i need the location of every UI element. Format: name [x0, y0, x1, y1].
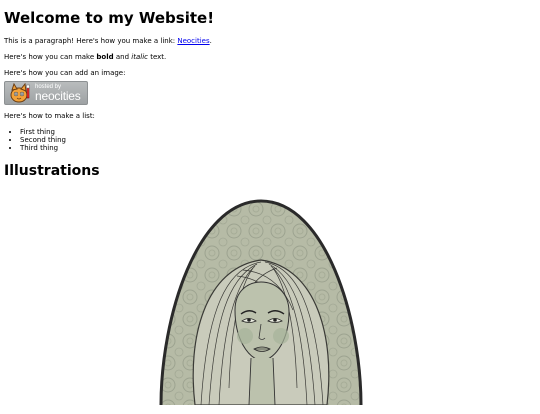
intro-suffix: .	[209, 37, 212, 45]
formatting-prefix: Here's how you can make	[4, 53, 97, 61]
bold-text: bold	[96, 53, 114, 61]
intro-prefix: This is a paragraph! Here's how you make…	[4, 37, 178, 45]
list-item: Second thing	[20, 136, 536, 144]
badge-text: hosted by neocities	[35, 84, 81, 102]
list-item: First thing	[20, 128, 536, 136]
italic-text: italic	[131, 53, 148, 61]
badge-big-text: neocities	[35, 89, 81, 103]
intro-paragraph: This is a paragraph! Here's how you make…	[4, 37, 536, 46]
page-title: Welcome to my Website!	[4, 9, 215, 27]
list-paragraph: Here's how to make a list:	[4, 112, 95, 120]
things-list: First thing Second thing Third thing	[4, 128, 536, 152]
neocities-cat-icon	[10, 83, 30, 103]
page-content: Welcome to my Website! This is a paragra…	[0, 9, 540, 180]
list-item: Third thing	[20, 144, 536, 152]
formatting-middle: and	[113, 53, 132, 61]
neocities-link[interactable]: Neocities	[177, 37, 209, 45]
image-paragraph: Here's how you can add an image:	[4, 69, 126, 77]
formatting-paragraph: Here's how you can make bold and italic …	[4, 53, 536, 62]
formatting-suffix: text.	[147, 53, 167, 61]
illustrations-heading: Illustrations	[4, 163, 100, 179]
portrait-illustration	[159, 199, 363, 405]
hosted-by-neocities-badge[interactable]: hosted by neocities	[4, 81, 88, 105]
